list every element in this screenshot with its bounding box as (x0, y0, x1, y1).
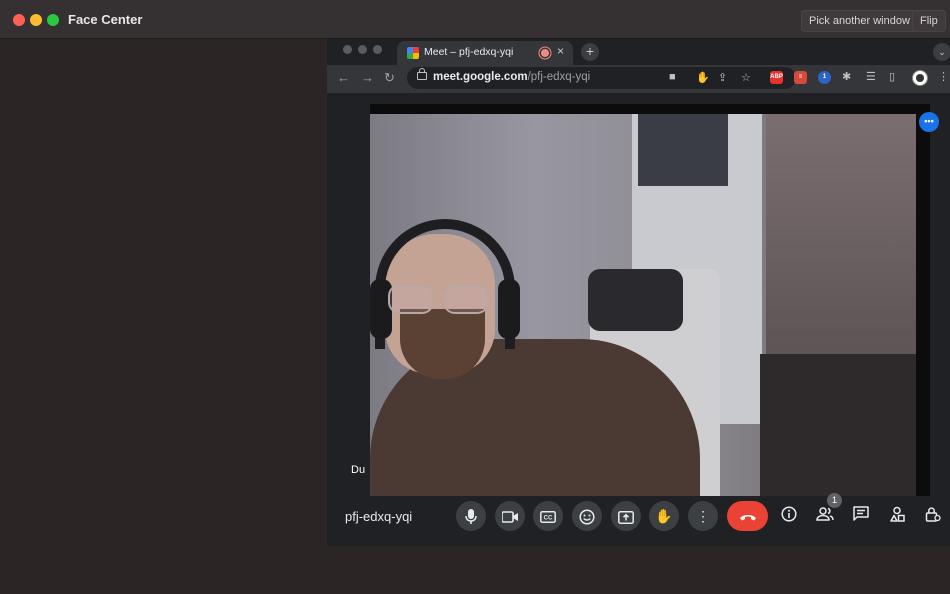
meet-control-bar: pfj-edxq-yqi CC ✋ ⋮ 1 (327, 493, 950, 546)
chat-icon (853, 506, 869, 521)
browser-close-dot[interactable] (343, 45, 352, 54)
meet-favicon-icon (407, 47, 419, 59)
host-controls-icon (925, 507, 941, 522)
people-button[interactable] (816, 506, 834, 526)
raise-hand-icon: ✋ (655, 508, 673, 524)
closed-captions-icon: CC (540, 511, 556, 524)
host-controls-button[interactable] (925, 506, 941, 526)
participant-video-tile[interactable] (370, 104, 930, 496)
extensions-puzzle-icon[interactable]: ✱ (842, 70, 851, 83)
browser-zoom-dot[interactable] (373, 45, 382, 54)
svg-text:CC: CC (544, 516, 553, 522)
captions-button[interactable]: CC (533, 501, 563, 531)
url-host: meet.google.com (433, 71, 528, 83)
more-options-button[interactable]: ⋮ (688, 501, 718, 531)
url-path: /pfj-edxq-yqi (527, 71, 591, 83)
url-text[interactable]: meet.google.com/pfj-edxq-yqi (433, 71, 590, 83)
address-bar[interactable]: meet.google.com/pfj-edxq-yqi ■ ✋ ⇪ ☆ (407, 67, 796, 89)
tab-search-button[interactable]: ⌄ (933, 43, 950, 61)
browser-window: Meet – pfj-edxq-yqi × + ⌄ ← → ↻ meet.goo… (327, 39, 950, 546)
glass-lens-right (443, 284, 489, 314)
background-desk (760, 354, 916, 496)
chrome-menu-icon[interactable]: ⋮ (938, 70, 949, 83)
meeting-details-button[interactable] (781, 506, 797, 526)
empty-left-pane (0, 39, 327, 594)
chat-button[interactable] (853, 506, 869, 526)
new-tab-button[interactable]: + (581, 43, 599, 61)
people-icon (816, 507, 834, 521)
camera-button[interactable] (495, 501, 525, 531)
camera-permission-icon[interactable]: ■ (669, 71, 676, 83)
tab-meet[interactable]: Meet – pfj-edxq-yqi × (397, 41, 573, 66)
reading-list-icon[interactable]: ☰ (866, 70, 876, 83)
tab-strip: Meet – pfj-edxq-yqi × + ⌄ (327, 39, 950, 66)
flip-button[interactable]: Flip (912, 10, 946, 32)
microphone-button[interactable] (456, 501, 486, 531)
forward-button[interactable]: → (361, 70, 374, 85)
tab-audio-icon[interactable]: ✋ (696, 71, 710, 84)
share-icon[interactable]: ⇪ (718, 71, 727, 84)
recording-indicator-icon (541, 49, 549, 57)
more-vertical-icon: ⋮ (696, 508, 710, 524)
present-screen-icon (618, 510, 634, 524)
emoji-icon (579, 509, 595, 525)
background-books (638, 114, 728, 186)
onepassword-extension-icon[interactable]: 1 (818, 71, 831, 84)
close-window-button[interactable] (13, 14, 25, 26)
browser-toolbar: ← → ↻ meet.google.com/pfj-edxq-yqi ■ ✋ ⇪… (327, 65, 950, 93)
zoom-window-button[interactable] (47, 14, 59, 26)
profile-avatar[interactable] (912, 70, 928, 86)
browser-minimize-dot[interactable] (358, 45, 367, 54)
tab-title: Meet – pfj-edxq-yqi (424, 46, 514, 58)
lock-icon[interactable] (417, 68, 427, 80)
back-button[interactable]: ← (337, 70, 350, 85)
minimize-window-button[interactable] (30, 14, 42, 26)
app-title: Face Center (68, 12, 143, 27)
app-titlebar: Face Center Pick another window Flip (0, 0, 950, 39)
video-camera-icon (501, 511, 518, 524)
reload-button[interactable]: ↻ (384, 70, 395, 86)
todoist-extension-icon[interactable]: ≡ (794, 71, 807, 84)
participant-name-label: Du (351, 464, 366, 476)
chair-headrest (588, 269, 683, 331)
activities-button[interactable] (889, 506, 905, 526)
meeting-code: pfj-edxq-yqi (345, 509, 413, 524)
info-icon (781, 506, 797, 522)
side-panel-icon[interactable]: ▯ (889, 70, 895, 83)
tile-more-options-button[interactable]: ••• (919, 112, 939, 132)
pick-another-window-button[interactable]: Pick another window (801, 10, 918, 32)
activities-icon (890, 506, 905, 522)
glass-lens-left (388, 284, 434, 314)
microphone-icon (465, 509, 477, 525)
headphone-cup-right (498, 279, 520, 339)
adblock-plus-extension-icon[interactable]: ABP (770, 71, 783, 84)
present-button[interactable] (611, 501, 641, 531)
person-glasses (388, 284, 498, 314)
bookmark-star-icon[interactable]: ☆ (741, 71, 751, 84)
tab-close-icon[interactable]: × (557, 44, 564, 58)
meet-content: Du ••• pfj-edxq-yqi CC ✋ ⋮ 1 (327, 93, 950, 546)
raise-hand-button[interactable]: ✋ (649, 501, 679, 531)
end-call-button[interactable] (727, 501, 768, 531)
end-call-icon (739, 515, 756, 521)
reactions-button[interactable] (572, 501, 602, 531)
